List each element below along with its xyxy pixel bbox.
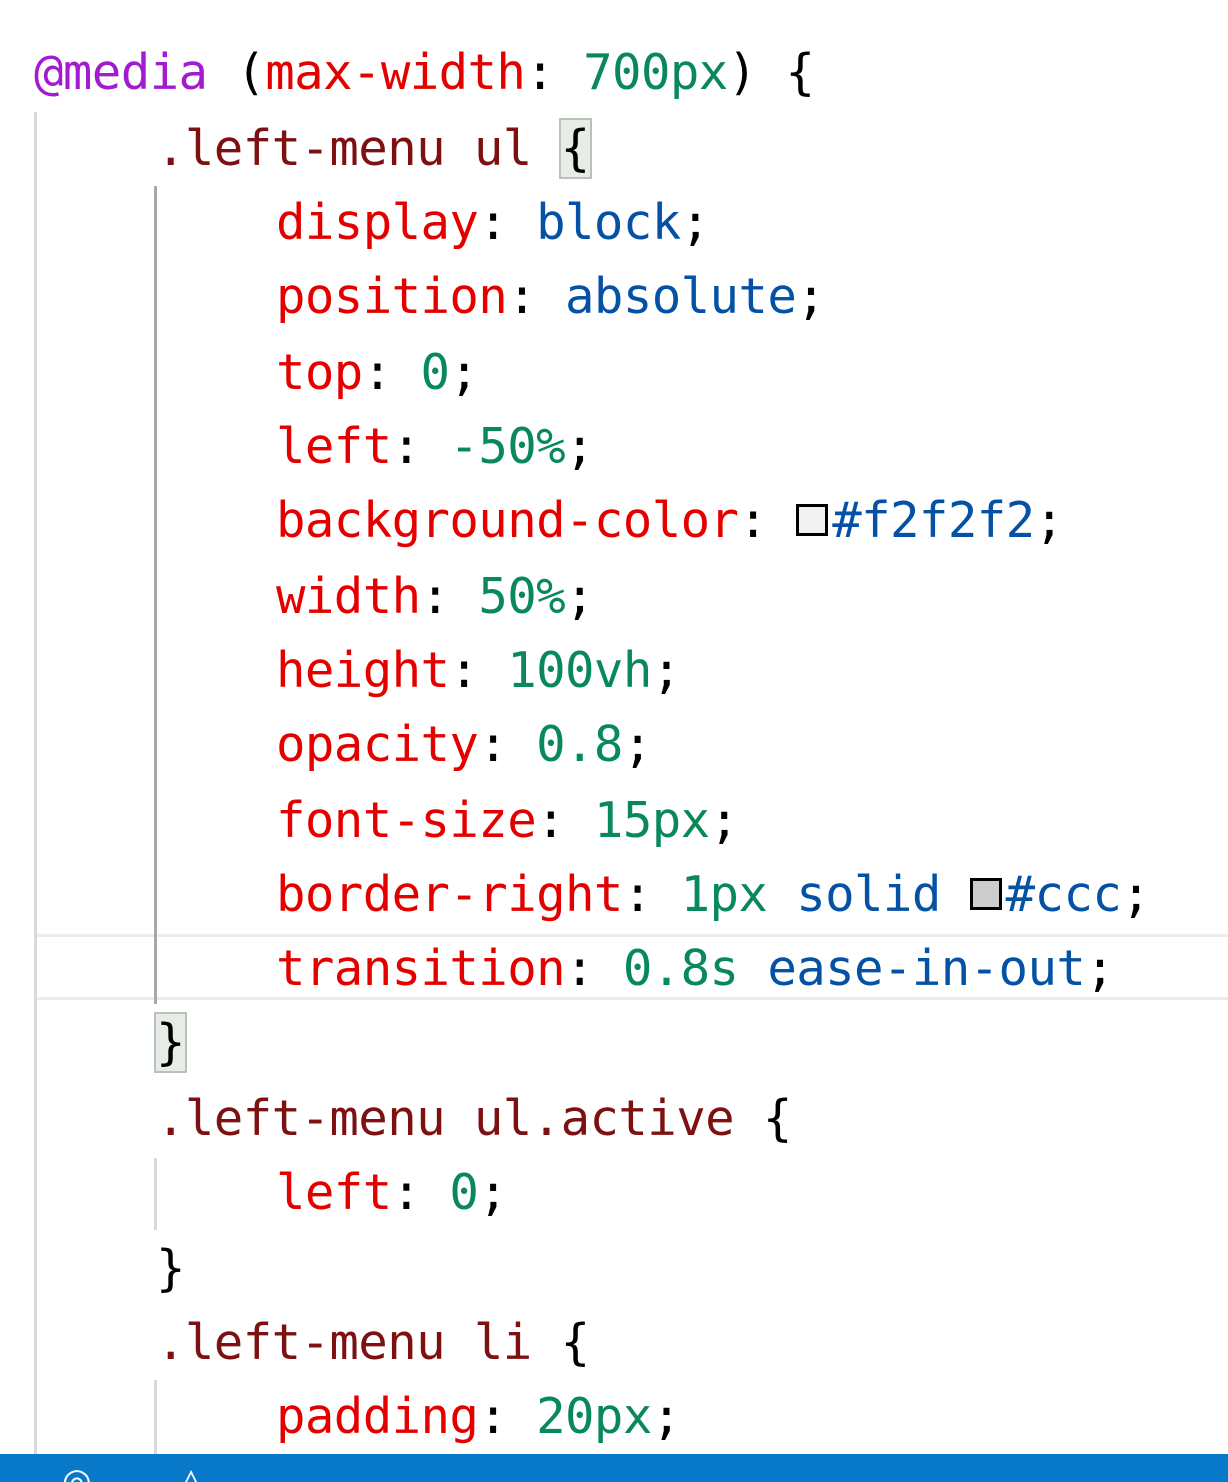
value-token: 0 — [449, 1164, 479, 1221]
at-rule-token: @media — [34, 44, 208, 101]
property-token: left — [276, 418, 392, 475]
value-token: 0 — [420, 344, 451, 401]
punctuation-token: ; — [449, 344, 479, 401]
property-token: display — [276, 194, 479, 251]
code-line-15: .left-menu ul.active { — [0, 1082, 1228, 1156]
brace-open: { — [560, 1314, 591, 1371]
punctuation-token: : — [391, 418, 450, 475]
punctuation-token: : — [391, 1164, 450, 1221]
punctuation-token: : — [478, 716, 537, 773]
selector-token: .left-menu ul — [156, 120, 532, 177]
punctuation-token: ; — [1034, 492, 1065, 549]
punctuation-token: ; — [680, 194, 711, 251]
value-token: 100vh — [507, 642, 652, 699]
property-token: border-right — [276, 866, 623, 923]
value-token: block — [536, 194, 681, 251]
code-line-1: @media (max-width: 700px) { — [0, 36, 1228, 110]
punctuation-token: : — [449, 642, 508, 699]
value-token: #ccc — [1005, 866, 1122, 923]
selector-token: .left-menu ul.active — [156, 1090, 735, 1147]
property-token: padding — [276, 1388, 479, 1445]
punctuation-token: ; — [1085, 940, 1115, 997]
value-token: 700px — [583, 44, 728, 101]
status-bar: ◎ △ — [0, 1454, 1228, 1482]
property-token: opacity — [276, 716, 479, 773]
code-line-6: left: -50%; — [0, 410, 1228, 484]
punctuation-token: ) { — [727, 44, 815, 101]
code-line-5: top: 0; — [0, 336, 1228, 410]
code-line-14: } — [0, 1006, 1228, 1080]
code-line-8: width: 50%; — [0, 560, 1228, 634]
bracket-match-close: } — [154, 1012, 187, 1073]
property-token: left — [276, 1164, 392, 1221]
code-line-7: background-color: #f2f2f2; — [0, 484, 1228, 558]
value-token: 0.8s — [622, 940, 739, 997]
punctuation-token: ; — [565, 418, 595, 475]
code-line-3: display: block; — [0, 186, 1228, 260]
bracket-match-open: { — [558, 118, 592, 179]
property-token: height — [276, 642, 450, 699]
value-token: 50% — [478, 568, 566, 625]
value-token: 1px — [680, 866, 768, 923]
punctuation-token: : — [420, 568, 479, 625]
value-token: absolute — [565, 268, 797, 325]
value-token: ease-in-out — [738, 940, 1086, 997]
value-token: -50% — [449, 418, 566, 475]
punctuation-token: : — [738, 492, 797, 549]
brace-open: { — [762, 1090, 793, 1147]
brace-close: } — [156, 1240, 186, 1297]
code-line-4: position: absolute; — [0, 260, 1228, 334]
code-line-17: } — [0, 1232, 1228, 1306]
code-line-9: height: 100vh; — [0, 634, 1228, 708]
property-token: top — [276, 344, 363, 401]
value-token: 0.8 — [536, 716, 623, 773]
punctuation-token: : — [565, 940, 623, 997]
color-swatch-icon[interactable] — [969, 877, 1002, 910]
value-token: 15px — [593, 792, 710, 849]
punctuation-token: : — [507, 268, 566, 325]
property-token: background-color — [276, 492, 739, 549]
punctuation-token: ; — [796, 268, 826, 325]
code-editor[interactable]: @media (max-width: 700px) { .left-menu u… — [0, 0, 1228, 1454]
color-swatch-icon[interactable] — [796, 503, 829, 536]
remote-icon[interactable]: ◎ — [62, 1464, 92, 1482]
code-line-16: left: 0; — [0, 1156, 1228, 1230]
code-line-19: padding: 20px; — [0, 1380, 1228, 1454]
punctuation-token: ; — [709, 792, 740, 849]
punctuation-token: ; — [651, 642, 682, 699]
warning-icon[interactable]: △ — [178, 1464, 204, 1482]
property-token: font-size — [276, 792, 537, 849]
punctuation-token: ; — [1121, 866, 1151, 923]
punctuation-token: ; — [565, 568, 595, 625]
code-line-11: font-size: 15px; — [0, 784, 1228, 858]
punctuation-token: ; — [622, 716, 653, 773]
value-token: solid — [767, 866, 970, 923]
code-line-18: .left-menu li { — [0, 1306, 1228, 1380]
punctuation-token: : — [478, 1388, 537, 1445]
punctuation-token: : — [478, 194, 537, 251]
property-token: transition — [276, 940, 566, 997]
value-token: #f2f2f2 — [832, 492, 1035, 549]
punctuation-token: : — [622, 866, 681, 923]
punctuation-token: ; — [478, 1164, 508, 1221]
property-token: position — [276, 268, 508, 325]
code-line-2: .left-menu ul { — [0, 112, 1228, 186]
code-line-12: border-right: 1px solid #ccc; — [0, 858, 1228, 932]
value-token: 20px — [536, 1388, 652, 1445]
punctuation-token: : — [362, 344, 421, 401]
selector-token: .left-menu li — [156, 1314, 532, 1371]
punctuation-token: ( — [207, 44, 266, 101]
property-token: width — [276, 568, 421, 625]
code-line-10: opacity: 0.8; — [0, 708, 1228, 782]
media-feature-token: max-width — [265, 44, 526, 101]
punctuation-token: ; — [651, 1388, 682, 1445]
code-line-13[interactable]: transition: 0.8s ease-in-out; — [0, 932, 1228, 1006]
punctuation-token: : — [525, 44, 584, 101]
punctuation-token: : — [536, 792, 594, 849]
